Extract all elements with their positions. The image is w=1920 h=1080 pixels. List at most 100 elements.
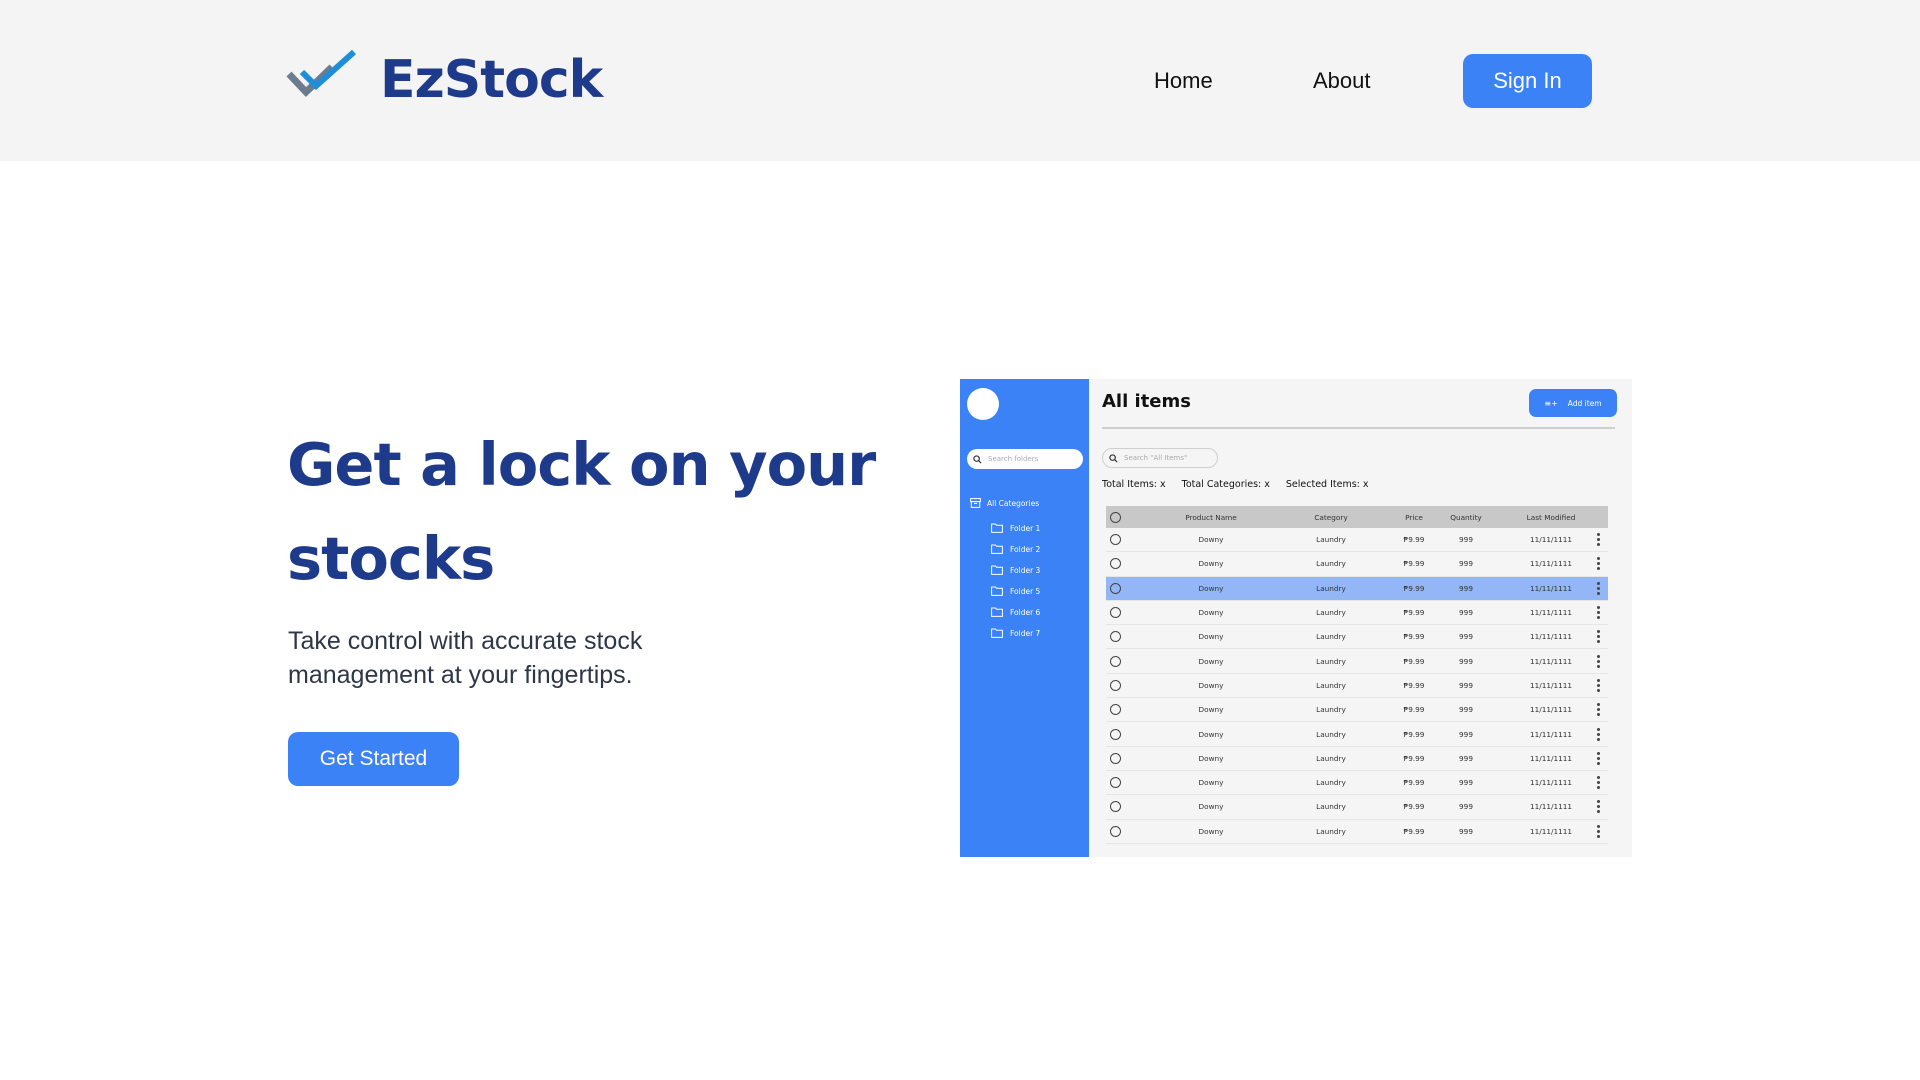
archive-icon [970, 498, 981, 508]
selected-items-stat: Selected Items: x [1285, 479, 1369, 490]
total-items-stat: Total Items: x [1102, 479, 1166, 490]
nav-home-link[interactable]: Home [1154, 68, 1213, 94]
table-cell: 11/11/1111 [1529, 656, 1573, 666]
table-cell: ₱9.99 [1403, 608, 1425, 618]
table-cell: 11/11/1111 [1529, 753, 1573, 763]
table-cell: ₱9.99 [1403, 656, 1425, 666]
brand-name: EzStock [380, 50, 603, 110]
table-cell: ₱9.99 [1403, 680, 1425, 690]
table-cell: 999 [1459, 559, 1473, 569]
table-cell: Downy [1198, 559, 1224, 569]
kebab-menu-icon [1597, 678, 1600, 693]
total-categories-stat: Total Categories: x [1181, 479, 1270, 490]
folder-icon [991, 586, 1003, 596]
table-cell: Downy [1198, 680, 1224, 690]
table-cell: Downy [1198, 632, 1224, 642]
preview-all-categories: All Categories [970, 498, 1039, 508]
table-cell: 11/11/1111 [1529, 559, 1573, 569]
folder-search-placeholder: Search folders [988, 455, 1039, 463]
table-cell: Downy [1198, 778, 1224, 788]
kebab-menu-icon [1597, 727, 1600, 742]
table-cell: ₱9.99 [1403, 802, 1425, 812]
table-row: Downy Laundry ₱9.99 999 11/11/1111 [1106, 674, 1608, 699]
table-cell: 999 [1459, 632, 1473, 642]
table-cell: Laundry [1316, 778, 1346, 788]
table-cell: Laundry [1316, 802, 1346, 812]
avatar [967, 388, 999, 420]
check-logo-icon [286, 50, 357, 97]
kebab-menu-icon [1597, 629, 1600, 644]
table-cell: 11/11/1111 [1529, 535, 1573, 545]
logo[interactable]: EzStock [286, 50, 603, 110]
table-cell: ₱9.99 [1403, 753, 1425, 763]
row-select-radio [1110, 825, 1121, 837]
preview-sidebar: Search folders All Categories Folder 1 F… [960, 379, 1089, 857]
preview-add-item-button: ≡+ Add item [1529, 389, 1617, 417]
table-row: Downy Laundry ₱9.99 999 11/11/1111 [1106, 820, 1608, 844]
sign-in-button[interactable]: Sign In [1463, 54, 1592, 108]
folder-label: Folder 5 [1010, 586, 1041, 596]
table-cell: 11/11/1111 [1529, 826, 1573, 836]
app-preview-image: Search folders All Categories Folder 1 F… [960, 379, 1632, 857]
nav-about-link[interactable]: About [1313, 68, 1371, 94]
table-cell: Downy [1198, 729, 1224, 739]
table-cell: Laundry [1316, 535, 1346, 545]
table-cell: ₱9.99 [1403, 583, 1425, 593]
table-row: Downy Laundry ₱9.99 999 11/11/1111 [1106, 722, 1608, 747]
folder-icon [991, 544, 1003, 554]
row-select-radio [1110, 607, 1121, 619]
add-list-icon: ≡+ [1544, 398, 1558, 408]
kebab-menu-icon [1597, 824, 1600, 839]
table-cell: 999 [1459, 656, 1473, 666]
table-cell: Downy [1198, 535, 1224, 545]
table-cell: ₱9.99 [1403, 632, 1425, 642]
row-select-radio [1110, 777, 1121, 789]
table-cell: Laundry [1316, 608, 1346, 618]
kebab-menu-icon [1597, 581, 1600, 596]
table-row: Downy Laundry ₱9.99 999 11/11/1111 [1106, 528, 1608, 553]
select-all-radio [1110, 511, 1121, 523]
preview-folder-item: Folder 1 [991, 523, 1040, 533]
table-cell: ₱9.99 [1403, 535, 1425, 545]
table-row: Downy Laundry ₱9.99 999 11/11/1111 [1106, 601, 1608, 626]
preview-stats: Total Items: x Total Categories: x Selec… [1102, 479, 1385, 490]
table-cell: ₱9.99 [1403, 559, 1425, 569]
table-row: Downy Laundry ₱9.99 999 11/11/1111 [1106, 552, 1608, 577]
table-cell: Downy [1198, 753, 1224, 763]
row-select-radio [1110, 752, 1121, 764]
table-row: Downy Laundry ₱9.99 999 11/11/1111 [1106, 576, 1608, 601]
preview-folder-item: Folder 7 [991, 628, 1040, 638]
table-cell: 11/11/1111 [1529, 729, 1573, 739]
table-cell: 999 [1459, 729, 1473, 739]
folder-icon [991, 523, 1003, 533]
table-cell: Downy [1198, 583, 1224, 593]
column-header: Category [1314, 512, 1348, 522]
row-select-radio [1110, 631, 1121, 643]
hero-subtitle: Take control with accurate stock managem… [288, 627, 643, 689]
table-row: Downy Laundry ₱9.99 999 11/11/1111 [1106, 795, 1608, 820]
table-cell: Downy [1198, 608, 1224, 618]
get-started-button[interactable]: Get Started [288, 732, 459, 786]
table-cell: Downy [1198, 656, 1224, 666]
table-cell: ₱9.99 [1403, 705, 1425, 715]
folder-label: Folder 7 [1010, 628, 1041, 638]
table-cell: Laundry [1316, 705, 1346, 715]
table-cell: ₱9.99 [1403, 778, 1425, 788]
preview-folder-item: Folder 3 [991, 565, 1040, 575]
table-cell: 999 [1459, 583, 1473, 593]
row-select-radio [1110, 728, 1121, 740]
column-header: Price [1405, 512, 1423, 522]
items-search-placeholder: Search "All Items" [1124, 454, 1188, 462]
table-cell: 11/11/1111 [1529, 583, 1573, 593]
table-row: Downy Laundry ₱9.99 999 11/11/1111 [1106, 771, 1608, 796]
table-cell: Laundry [1316, 559, 1346, 569]
kebab-menu-icon [1597, 654, 1600, 669]
table-cell: 11/11/1111 [1529, 802, 1573, 812]
preview-folder-search: Search folders [967, 449, 1083, 469]
table-row: Downy Laundry ₱9.99 999 11/11/1111 [1106, 747, 1608, 771]
row-select-radio [1110, 801, 1121, 813]
table-cell: Laundry [1316, 656, 1346, 666]
preview-page-title: All items [1102, 391, 1191, 412]
table-cell: ₱9.99 [1403, 729, 1425, 739]
hero-title: Get a lock on your stocks [287, 430, 876, 593]
